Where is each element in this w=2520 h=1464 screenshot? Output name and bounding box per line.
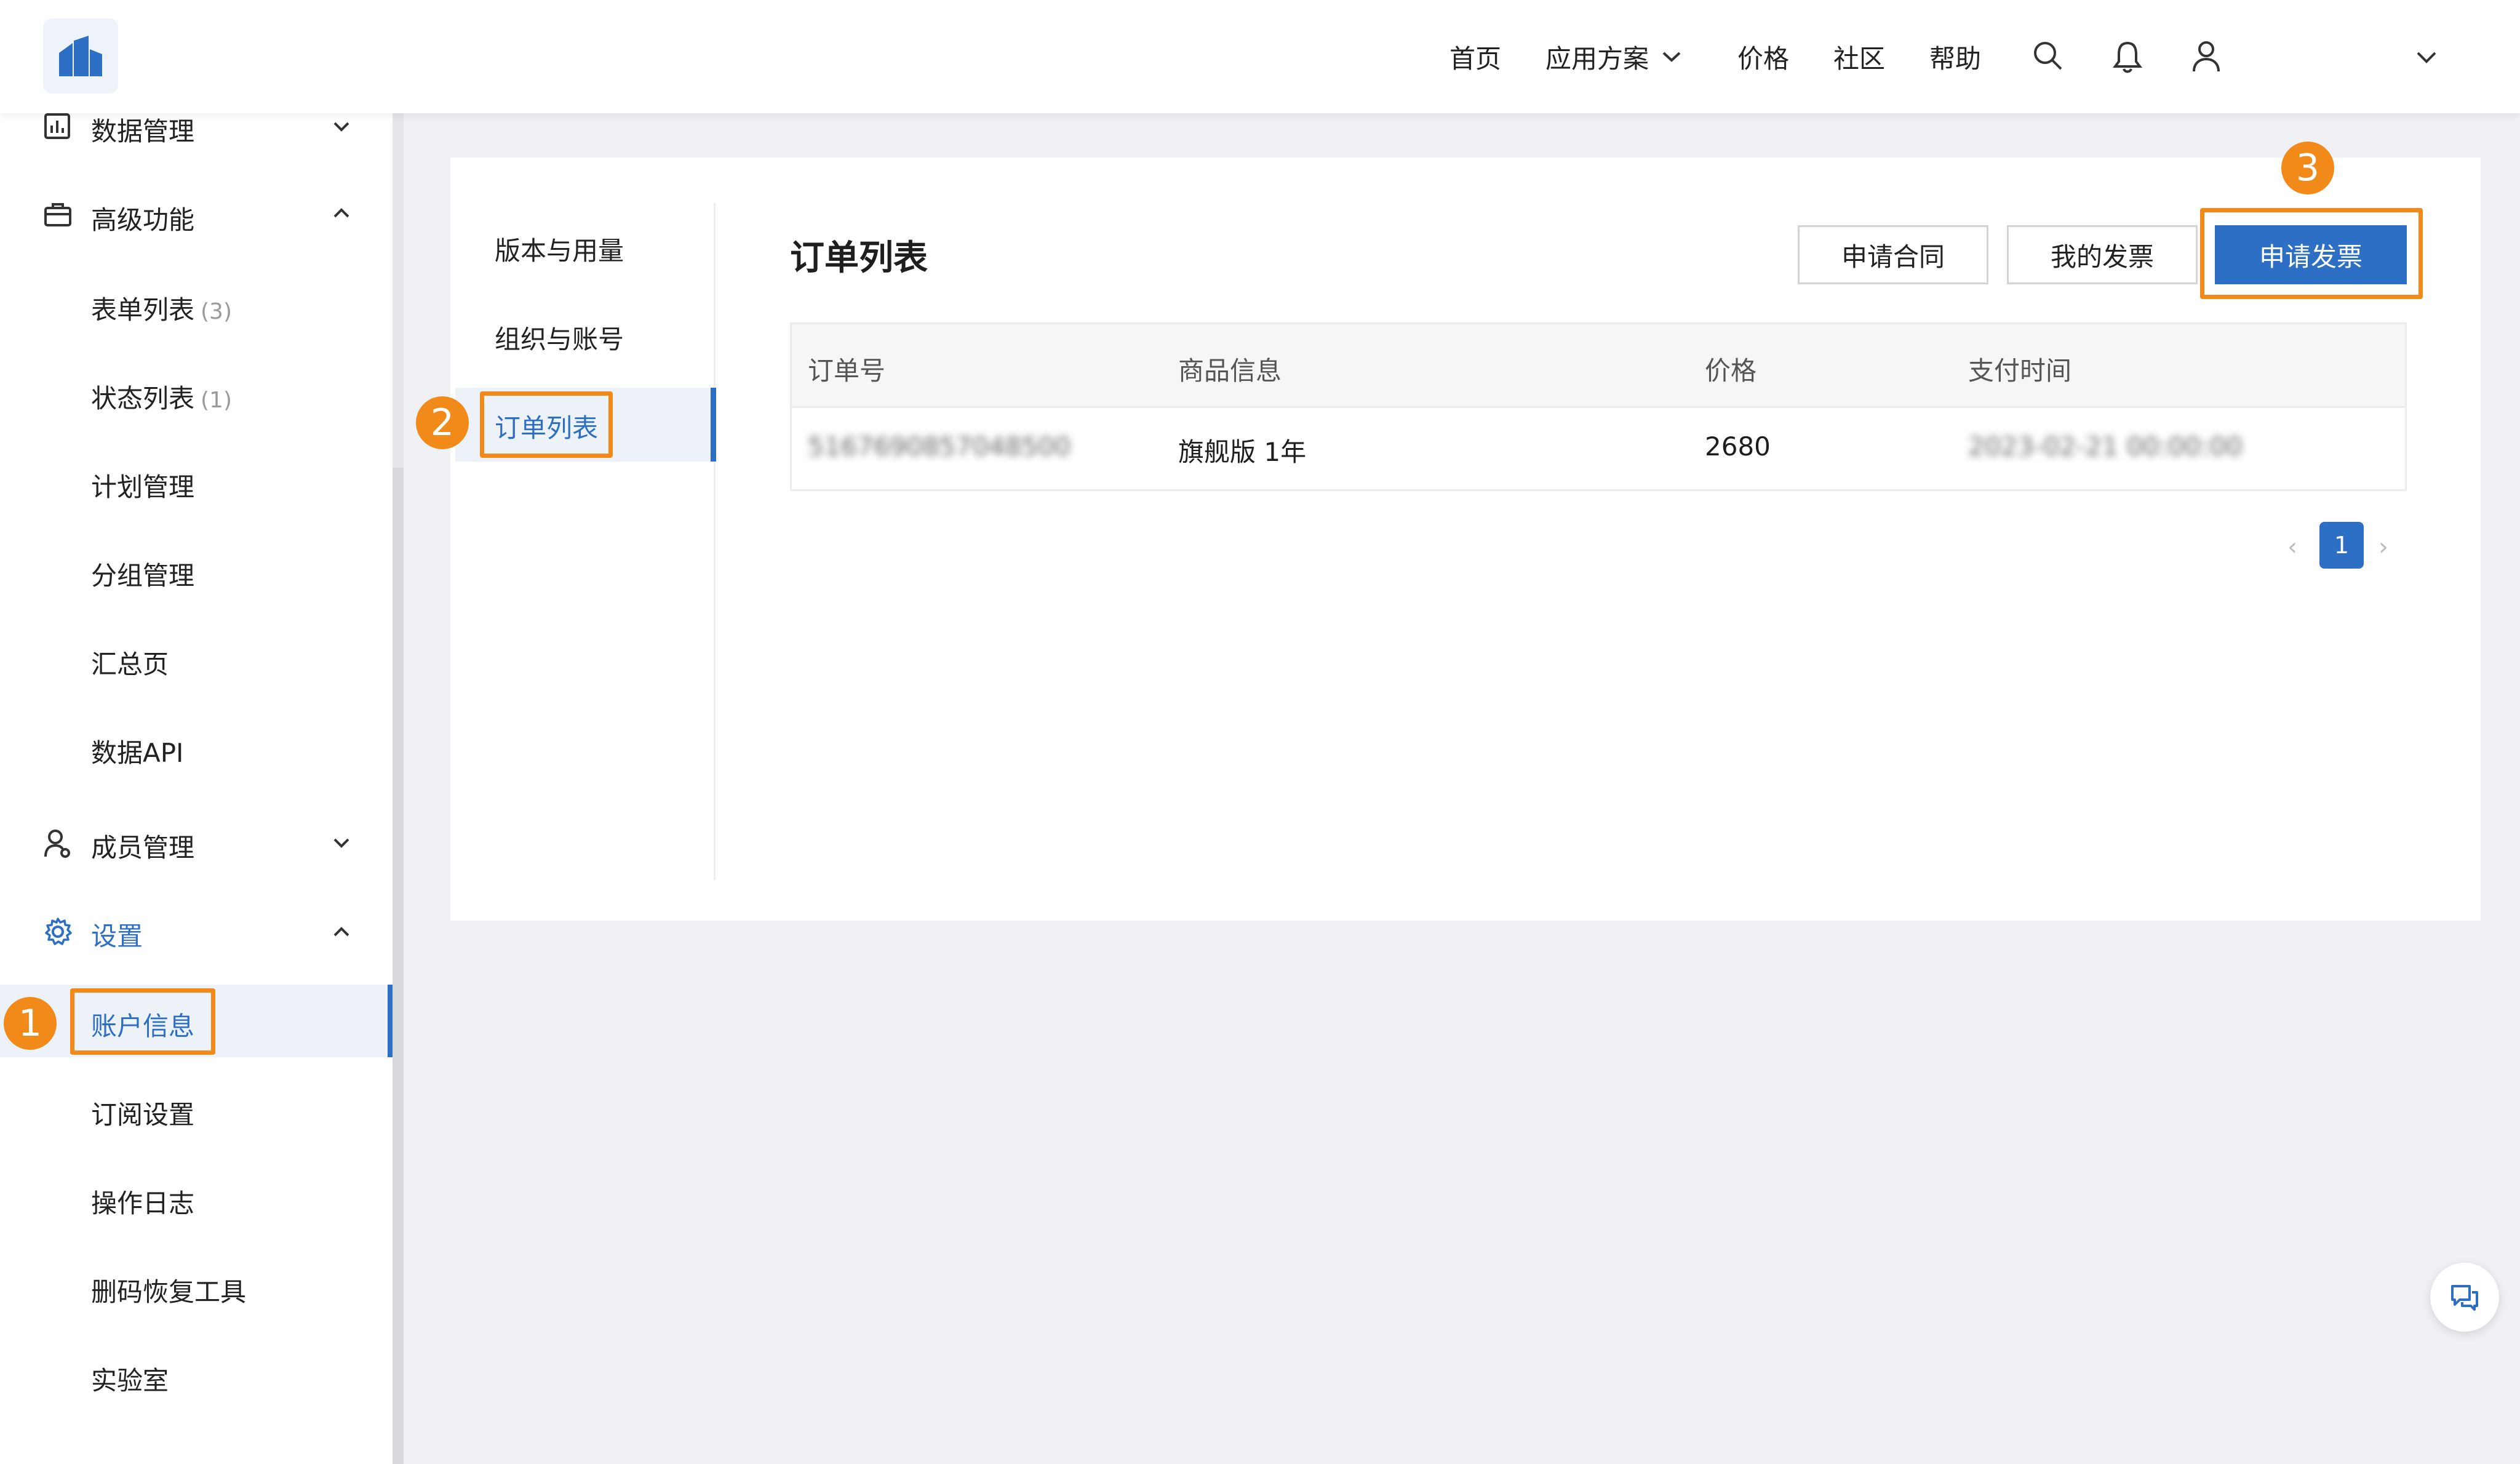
nav-pricing-label: 价格	[1737, 43, 1790, 74]
callout-badge-3: 3	[2281, 142, 2334, 194]
sidebar-item-label: 设置	[91, 921, 143, 951]
sidebar-item-label: 汇总页	[91, 649, 169, 679]
sidebar-item-label: 成员管理	[91, 833, 195, 863]
price-cell: 2680	[1705, 431, 1771, 462]
sidebar-item-label: 状态列表	[91, 383, 195, 414]
search-icon[interactable]	[2032, 39, 2063, 71]
sidebar-item-label: 计划管理	[91, 472, 195, 502]
chevron-up-icon	[333, 927, 349, 937]
chevron-down-icon	[1662, 52, 1681, 62]
paid-at-cell: 2023-02-21 00:00:00	[1968, 431, 2243, 462]
column-header-price: 价格	[1705, 356, 1757, 386]
chat-support-button[interactable]	[2430, 1263, 2499, 1332]
callout-badge-2: 2	[416, 396, 469, 449]
sidebar-item-lab[interactable]: 实验室	[0, 1342, 391, 1415]
sidebar-item-label: 数据API	[91, 738, 184, 768]
sidebar-group-members[interactable]: 成员管理	[0, 807, 391, 881]
sidebar-item-label: 分组管理	[91, 561, 195, 591]
table-header: 订单号 商品信息 价格 支付时间	[792, 324, 2405, 408]
bell-icon[interactable]	[2111, 39, 2143, 74]
nav-help-label: 帮助	[1929, 43, 1982, 74]
chevron-down-icon[interactable]	[2415, 50, 2438, 64]
sidebar-item-summary[interactable]: 汇总页	[0, 625, 391, 699]
member-icon	[44, 830, 70, 858]
sidebar-item-form-list[interactable]: 表单列表 (3)	[0, 271, 391, 345]
logo-icon	[59, 36, 102, 76]
page-title: 订单列表	[790, 238, 928, 278]
subnav-item-org-account[interactable]: 组织与账号	[495, 319, 624, 356]
nav-home[interactable]: 首页	[1449, 0, 1501, 113]
subnav-item-version-usage[interactable]: 版本与用量	[495, 230, 624, 268]
chevron-down-icon	[333, 838, 349, 848]
gear-icon	[45, 918, 72, 945]
sidebar-item-label: 数据管理	[91, 116, 195, 146]
sidebar-item-data-api[interactable]: 数据API	[0, 714, 391, 788]
apply-contract-button[interactable]: 申请合同	[1798, 225, 1988, 284]
nav-home-label: 首页	[1449, 43, 1502, 74]
chat-icon	[2451, 1285, 2478, 1311]
order-table: 订单号 商品信息 价格 支付时间 5167690857048500 旗舰版 1年…	[790, 322, 2407, 491]
subnav-active-indicator	[711, 388, 716, 462]
user-icon[interactable]	[2190, 39, 2222, 74]
app-logo[interactable]	[43, 18, 118, 94]
sidebar-item-label: 高级功能	[91, 205, 195, 235]
chart-icon	[44, 113, 70, 139]
subnav-divider	[714, 203, 716, 880]
nav-solutions-label: 应用方案	[1545, 43, 1649, 74]
pagination-page-current[interactable]: 1	[2319, 522, 2364, 569]
pagination-prev-button[interactable]: ‹	[2287, 533, 2297, 561]
callout-highlight-order-list	[480, 391, 613, 458]
nav-community[interactable]: 社区	[1833, 0, 1885, 113]
sidebar-item-subscription[interactable]: 订阅设置	[0, 1076, 391, 1150]
sidebar-item-recovery-tool[interactable]: 删码恢复工具	[0, 1253, 391, 1327]
sidebar-item-label: 操作日志	[91, 1188, 195, 1218]
nav-pricing[interactable]: 价格	[1737, 0, 1789, 113]
briefcase-icon	[44, 203, 71, 226]
pagination-next-button[interactable]: ›	[2378, 533, 2388, 561]
product-cell: 旗舰版 1年	[1178, 437, 1307, 467]
top-navigation-bar: 首页 应用方案 价格 社区 帮助	[0, 0, 2520, 113]
nav-solutions[interactable]: 应用方案	[1545, 0, 1682, 113]
form-count: (3)	[201, 299, 233, 324]
callout-highlight-account-info	[70, 988, 215, 1055]
sidebar-item-status-list[interactable]: 状态列表 (1)	[0, 359, 391, 433]
column-header-paid-at: 支付时间	[1968, 356, 2072, 386]
chevron-up-icon	[333, 208, 349, 218]
sidebar-item-label: 删码恢复工具	[91, 1277, 247, 1307]
sidebar-item-group-management[interactable]: 分组管理	[0, 537, 391, 610]
status-count: (1)	[201, 388, 233, 413]
sidebar-group-advanced[interactable]: 高级功能	[0, 178, 391, 252]
callout-badge-1: 1	[4, 997, 57, 1050]
sidebar-item-operation-log[interactable]: 操作日志	[0, 1164, 391, 1238]
nav-community-label: 社区	[1833, 43, 1886, 74]
sidebar-item-label: 实验室	[91, 1366, 169, 1396]
chevron-down-icon	[333, 122, 349, 132]
sidebar-item-label: 订阅设置	[91, 1100, 195, 1130]
callout-highlight-apply-invoice	[2200, 208, 2423, 299]
sidebar-scrollbar-thumb[interactable]	[393, 468, 404, 1464]
my-invoice-button[interactable]: 我的发票	[2007, 225, 2198, 284]
sidebar-item-label: 表单列表	[91, 295, 195, 325]
column-header-order-no: 订单号	[808, 356, 886, 386]
order-number-cell: 5167690857048500	[808, 431, 1071, 462]
nav-help[interactable]: 帮助	[1929, 0, 1981, 113]
column-header-product: 商品信息	[1178, 356, 1282, 386]
sidebar-item-plan-management[interactable]: 计划管理	[0, 448, 391, 522]
sidebar-group-settings[interactable]: 设置	[0, 896, 391, 970]
